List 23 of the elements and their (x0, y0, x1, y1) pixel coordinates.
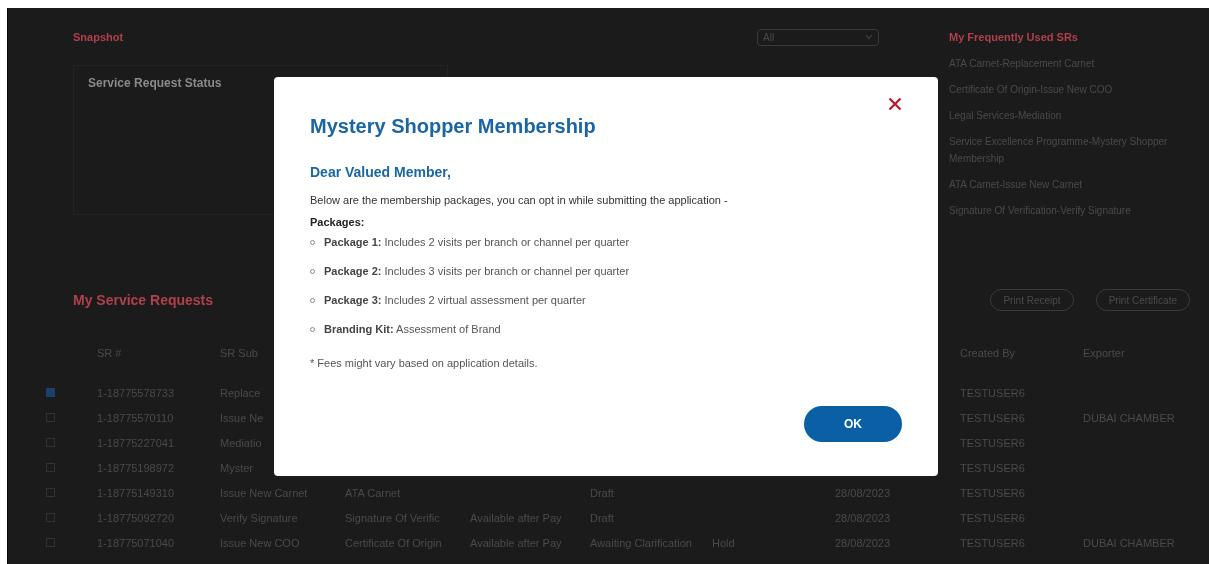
package-text: Package 3: Includes 2 virtual assessment per quarter (324, 294, 586, 306)
row-checkbox[interactable] (46, 463, 55, 472)
caret-icon (865, 34, 873, 40)
close-icon[interactable] (888, 97, 902, 111)
row-checkbox[interactable] (46, 413, 55, 422)
section-title: My Service Requests (73, 292, 214, 308)
ok-button[interactable]: OK (804, 406, 902, 442)
card-title: Service Request Status (88, 76, 223, 90)
section-title: My Frequently Used SRs (949, 30, 1079, 45)
package-text: Package 1: Includes 2 visits per branch or channel per quarter (324, 236, 630, 248)
row-checkbox[interactable] (46, 488, 55, 497)
row-checkbox[interactable] (46, 438, 55, 447)
package-text: Branding Kit: Assessment of Brand (324, 323, 501, 335)
greeting-heading: Dear Valued Member, (310, 164, 452, 180)
row-checkbox[interactable] (46, 513, 55, 522)
section-title: Snapshot (73, 31, 124, 43)
intro-text: Below are the membership packages, you can opt in while submitting the application - (310, 194, 729, 206)
row-checkbox[interactable] (46, 538, 55, 547)
packages-label: Packages: (310, 216, 366, 228)
fee-note: * Fees might vary based on application details. (310, 357, 539, 369)
dialog-title: Mystery Shopper Membership (310, 115, 597, 138)
row-checkbox[interactable] (46, 388, 55, 397)
package-text: Package 2: Includes 3 visits per branch or channel per quarter (324, 265, 630, 277)
